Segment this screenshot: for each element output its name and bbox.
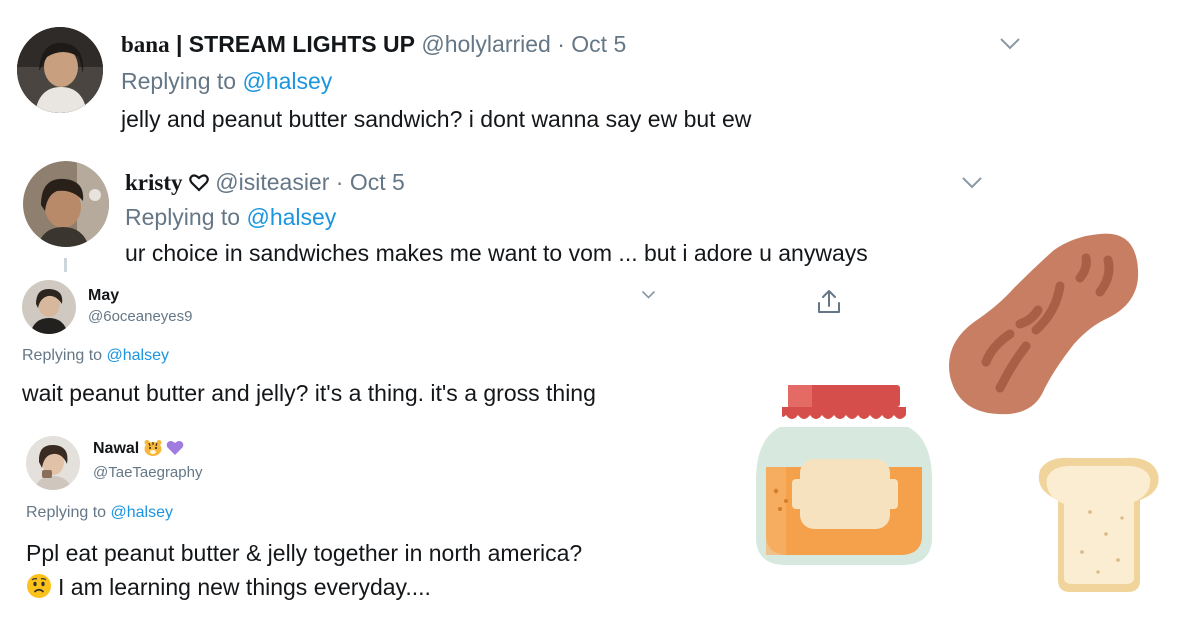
avatar[interactable] [17,27,103,113]
replying-to-label: Replying to [22,347,103,364]
replying-to-handle[interactable]: @halsey [246,204,336,230]
chevron-down-icon[interactable] [641,290,656,300]
replying-to-label: Replying to [26,504,107,521]
avatar[interactable] [22,280,76,334]
bread-slice-icon [1034,456,1164,594]
replying-to-label: Replying to [121,68,237,94]
separator-dot: · [557,31,565,57]
purple-heart-emoji [166,440,184,456]
heart-outline-icon [189,174,209,192]
display-name[interactable]: kristy [125,170,183,195]
user-handle[interactable]: @6oceaneyes9 [88,308,192,325]
share-icon[interactable] [815,288,843,316]
worried-face-emoji [26,573,52,599]
peanut-icon [940,212,1150,422]
replying-to-label: Replying to [125,204,241,230]
jam-jar-icon [752,383,936,567]
tweet-text: wait peanut butter and jelly? it's a thi… [22,380,596,406]
tweet-date[interactable]: Oct 5 [350,169,405,195]
user-handle[interactable]: @holylarried [421,31,550,57]
tweet-text: ur choice in sandwiches makes me want to… [125,240,868,266]
user-handle[interactable]: @isiteasier [215,169,329,195]
avatar[interactable] [26,436,80,490]
replying-to-handle[interactable]: @halsey [242,68,332,94]
user-handle[interactable]: @TaeTaegraphy [93,464,202,481]
display-name[interactable]: Nawal [93,440,139,457]
display-name[interactable]: bana [121,32,170,57]
tweet-date[interactable]: Oct 5 [571,31,626,57]
chevron-down-icon[interactable] [999,37,1021,51]
avatar[interactable] [23,161,109,247]
separator-dot: · [335,169,344,195]
tweet-text: jelly and peanut butter sandwich? i dont… [121,106,752,132]
tiger-face-emoji [144,440,162,456]
display-name-suffix[interactable]: | STREAM LIGHTS UP [170,31,415,57]
replying-to-handle[interactable]: @halsey [111,504,174,521]
thread-line [64,258,67,272]
display-name[interactable]: May [88,287,119,305]
tweet-text-line-1: Ppl eat peanut butter & jelly together i… [26,540,583,566]
chevron-down-icon[interactable] [961,176,983,190]
tweet-text-line-2: I am learning new things everyday.... [58,574,431,600]
replying-to-handle[interactable]: @halsey [107,347,170,364]
